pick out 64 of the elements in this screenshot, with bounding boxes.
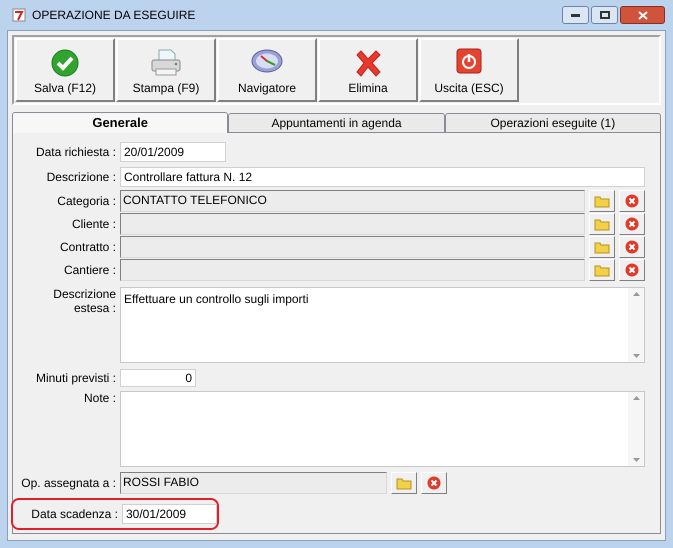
maximize-button[interactable] [591,6,618,24]
field-label: Descrizione estesa : [52,287,116,315]
tab[interactable]: Operazioni eseguite (1) [444,113,661,132]
date-field[interactable]: 20/01/2009 [120,142,226,162]
readonly-field: ROSSI FABIO [120,472,387,494]
folder-icon [594,217,610,231]
tab[interactable]: Generale [12,112,228,133]
field-label: Op. assegnata a : [21,476,116,490]
clear-icon [427,476,441,490]
field-label: Minuti previsti : [36,371,116,385]
clear-icon [625,240,639,254]
folder-icon [396,476,412,490]
toolbar-button[interactable]: Salva (F12) [15,38,115,102]
readonly-field: CONTATTO TELEFONICO [120,190,585,212]
clear-button[interactable] [619,190,645,212]
scroll-down-icon [632,458,640,462]
field-label: Descrizione : [46,170,116,184]
browse-button[interactable] [589,190,615,212]
window-title: OPERAZIONE DA ESEGUIRE [32,7,196,24]
field-label: Cliente : [72,217,116,231]
toolbar-button[interactable]: Stampa (F9) [116,38,216,102]
minimize-icon [571,14,580,16]
close-icon [638,10,648,20]
maximize-icon [600,11,610,19]
clear-button[interactable] [421,472,447,494]
text-area[interactable]: Effettuare un controllo sugli importi [120,287,645,363]
browse-button[interactable] [589,259,615,281]
scroll-up-icon [632,396,640,400]
tab[interactable]: Appuntamenti in agenda [228,113,445,132]
browse-button[interactable] [589,236,615,258]
folder-icon [594,240,610,254]
scrollbar[interactable] [628,288,644,362]
compass-icon [251,48,283,74]
date-field[interactable]: 30/01/2009 [122,504,217,524]
clear-icon [625,194,639,208]
clear-button[interactable] [619,213,645,235]
scroll-up-icon [632,292,640,296]
clear-icon [625,263,639,277]
field-label: Contratto : [60,240,116,254]
clear-button[interactable] [619,259,645,281]
text-field[interactable]: Controllare fattura N. 12 [120,167,645,187]
number-field[interactable]: 0 [120,369,196,387]
clear-icon [625,217,639,231]
field-label: Note : [84,391,116,405]
minimize-button[interactable] [562,6,589,24]
app-icon [12,8,26,22]
close-button[interactable] [620,6,665,24]
checkmark-icon [50,48,80,78]
browse-button[interactable] [391,472,417,494]
toolbar-button[interactable]: Navigatore [217,38,317,102]
folder-icon [594,194,610,208]
folder-icon [594,263,610,277]
printer-icon [149,48,183,78]
scroll-down-icon [632,354,640,358]
power-icon [456,48,482,74]
browse-button[interactable] [589,213,615,235]
toolbar-button[interactable]: Uscita (ESC) [419,38,519,102]
field-label: Categoria : [57,194,116,208]
clear-button[interactable] [619,236,645,258]
field-label: Data richiesta : [36,145,116,159]
scrollbar[interactable] [628,392,644,466]
field-label: Cantiere : [64,263,116,277]
toolbar-button[interactable]: Elimina [318,38,418,102]
field-label: Data scadenza : [31,507,118,521]
